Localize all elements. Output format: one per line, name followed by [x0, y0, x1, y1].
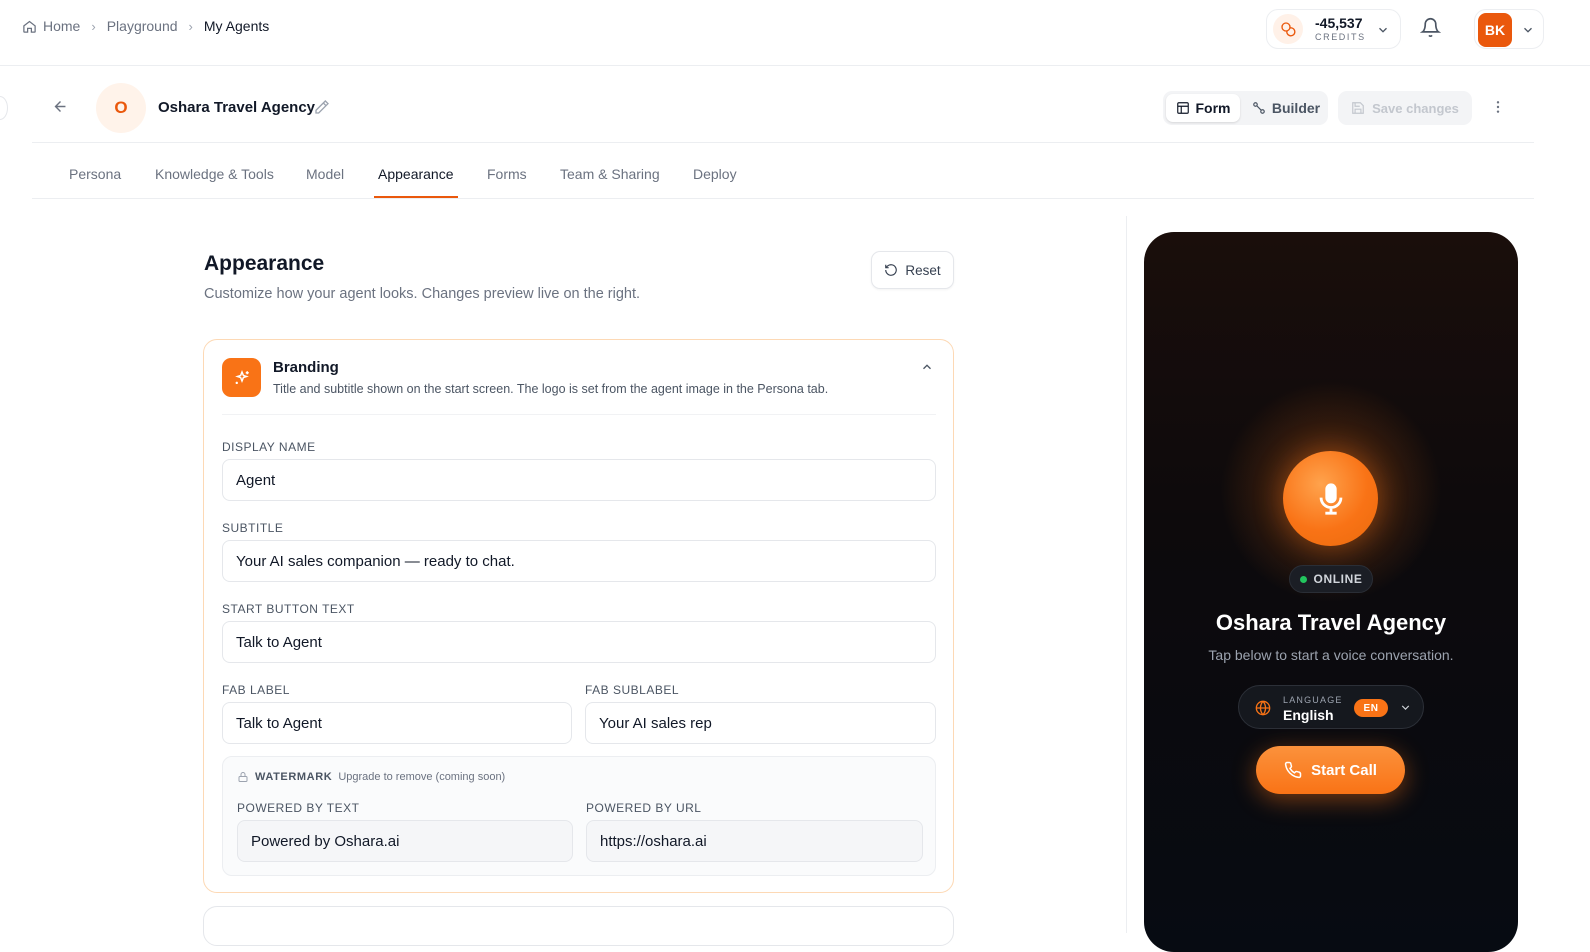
top-bar: Home › Playground › My Agents -45,537 CR… — [0, 0, 1590, 66]
mic-icon — [1319, 482, 1342, 515]
tab-knowledge-tools[interactable]: Knowledge & Tools — [155, 166, 274, 182]
workflow-icon — [1253, 102, 1265, 114]
watermark-title: WATERMARK — [255, 771, 333, 783]
start-call-button[interactable]: Start Call — [1256, 746, 1405, 794]
page-subtitle: Customize how your agent looks. Changes … — [204, 286, 641, 302]
agent-avatar: O — [96, 83, 146, 133]
preview-title: Oshara Travel Agency — [1215, 610, 1447, 635]
tab-model[interactable]: Model — [306, 166, 344, 182]
next-section-card — [203, 906, 954, 946]
start-button-text-label: START BUTTON TEXT — [222, 602, 355, 616]
fab-sublabel-input[interactable]: Your AI sales rep — [585, 702, 936, 744]
tab-bar: Persona Knowledge & Tools Model Appearan… — [32, 150, 1534, 199]
fab-label-input[interactable]: Talk to Agent — [222, 702, 572, 744]
avatar: BK — [1478, 13, 1512, 47]
chevron-up-icon[interactable] — [920, 360, 934, 374]
globe-icon — [1255, 700, 1271, 716]
home-icon — [23, 20, 36, 33]
agent-name: Oshara Travel Agency — [158, 99, 316, 116]
start-button-text-input[interactable]: Talk to Agent — [222, 621, 936, 663]
reset-icon — [885, 264, 898, 276]
powered-by-text-input[interactable]: Powered by Oshara.ai — [237, 820, 573, 862]
language-code-badge: EN — [1354, 699, 1388, 717]
sparkles-icon — [222, 358, 261, 397]
watermark-section: WATERMARK Upgrade to remove (coming soon… — [222, 756, 936, 876]
chevron-right-icon: › — [91, 18, 96, 34]
tab-persona[interactable]: Persona — [69, 166, 121, 182]
status-text: ONLINE — [1313, 572, 1363, 586]
branding-card: Branding Title and subtitle shown on the… — [203, 339, 954, 893]
chevron-down-icon — [1524, 27, 1532, 33]
fab-sublabel-label: FAB SUBLABEL — [585, 683, 680, 697]
breadcrumb-home[interactable]: Home — [43, 18, 80, 34]
layout-icon — [1176, 102, 1189, 114]
mode-toggle: Form Builder — [1163, 91, 1328, 125]
card-divider — [222, 414, 936, 415]
pencil-icon[interactable] — [314, 99, 330, 115]
display-name-label: DISPLAY NAME — [222, 440, 316, 454]
breadcrumb: Home › Playground › My Agents — [22, 18, 269, 34]
language-value: English — [1283, 707, 1334, 723]
credits-value: -45,537 — [1315, 15, 1363, 31]
status-badge: ONLINE — [1289, 565, 1373, 593]
breadcrumb-playground[interactable]: Playground — [107, 18, 178, 34]
tab-appearance[interactable]: Appearance — [378, 166, 454, 182]
page-title: Appearance — [204, 252, 325, 275]
builder-mode-label: Builder — [1271, 100, 1321, 116]
form-mode-button[interactable]: Form — [1166, 94, 1240, 122]
mic-button[interactable] — [1283, 451, 1378, 546]
arrow-left-icon[interactable] — [52, 98, 69, 115]
save-changes-button[interactable]: Save changes — [1338, 91, 1472, 125]
breadcrumb-current: My Agents — [203, 18, 270, 34]
language-label: LANGUAGE — [1283, 695, 1343, 705]
tab-deploy[interactable]: Deploy — [693, 166, 737, 182]
subtitle-label: SUBTITLE — [222, 521, 284, 535]
agent-header: O Oshara Travel Agency Form Builder Save… — [32, 70, 1534, 143]
active-tab-indicator — [374, 196, 458, 198]
reset-label: Reset — [905, 262, 941, 278]
phone-icon — [1284, 761, 1302, 779]
bell-icon[interactable] — [1420, 17, 1441, 38]
status-dot — [1299, 575, 1307, 583]
tab-team-sharing[interactable]: Team & Sharing — [560, 166, 660, 182]
chevron-right-icon: › — [188, 18, 193, 34]
credits-label: CREDITS — [1315, 32, 1366, 42]
more-vertical-icon[interactable] — [1490, 99, 1506, 115]
watermark-note: Upgrade to remove (coming soon) — [338, 771, 506, 783]
fab-label-label: FAB LABEL — [222, 683, 290, 697]
sidebar-toggle[interactable] — [0, 96, 8, 120]
powered-by-text-label: POWERED BY TEXT — [237, 801, 360, 815]
powered-by-url-label: POWERED BY URL — [586, 801, 702, 815]
builder-mode-button[interactable]: Builder — [1247, 94, 1325, 122]
subtitle-input[interactable]: Your AI sales companion — ready to chat. — [222, 540, 936, 582]
form-mode-label: Form — [1195, 100, 1231, 116]
powered-by-url-input[interactable]: https://oshara.ai — [586, 820, 923, 862]
chevron-down-icon — [1401, 705, 1410, 710]
coins-icon — [1273, 14, 1303, 44]
branding-description: Title and subtitle shown on the start sc… — [273, 382, 829, 396]
save-changes-label: Save changes — [1372, 100, 1459, 116]
language-selector[interactable]: LANGUAGE English EN — [1238, 685, 1424, 729]
user-menu[interactable]: BK — [1474, 9, 1544, 49]
preview-phone: ONLINE Oshara Travel Agency Tap below to… — [1144, 232, 1518, 952]
lock-icon — [238, 772, 248, 782]
save-icon — [1352, 102, 1364, 114]
chevron-down-icon — [1379, 27, 1387, 33]
branding-title: Branding — [273, 359, 339, 376]
panel-divider — [1126, 216, 1127, 933]
preview-subtitle: Tap below to start a voice conversation. — [1208, 647, 1454, 663]
tab-forms[interactable]: Forms — [487, 166, 527, 182]
reset-button[interactable]: Reset — [871, 251, 954, 289]
display-name-input[interactable]: Agent — [222, 459, 936, 501]
credits-button[interactable]: -45,537 CREDITS — [1266, 9, 1401, 49]
start-call-label: Start Call — [1311, 761, 1377, 779]
